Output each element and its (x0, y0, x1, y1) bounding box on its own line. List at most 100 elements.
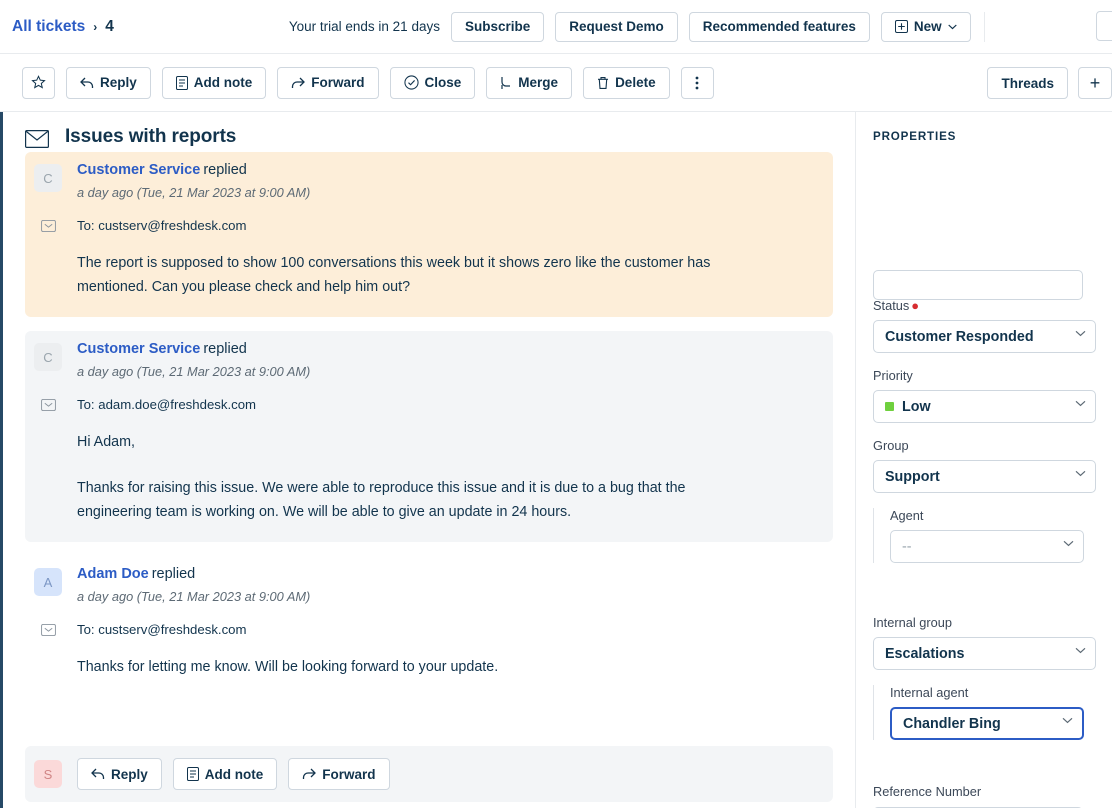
field-internal-group: Internal group Escalations (856, 615, 1112, 670)
properties-field-list: Status● Customer Responded Priority Low (856, 298, 1112, 578)
internal-agent-select[interactable]: Chandler Bing (890, 707, 1084, 740)
priority-color-swatch (885, 402, 894, 411)
reply-button[interactable]: Reply (66, 66, 151, 99)
chevron-down-icon (947, 24, 957, 30)
group-value: Support (885, 468, 940, 485)
field-priority-label: Priority (873, 368, 913, 383)
priority-value: Low (902, 398, 931, 415)
internal-group-select[interactable]: Escalations (873, 637, 1096, 670)
status-select[interactable]: Customer Responded (873, 320, 1096, 353)
message-action: replied (203, 341, 247, 357)
ticket-action-toolbar: Reply Add note Forward Close Merge Delet… (0, 54, 1112, 112)
field-reference-number: Reference Number (873, 784, 1083, 808)
overflow-edge-button[interactable] (1096, 11, 1112, 41)
chevron-down-icon (1075, 470, 1086, 477)
toolbar-right-group: Threads + (987, 67, 1112, 99)
message-author-row: C Customer Service replied a day ago (Tue… (25, 341, 833, 379)
kebab-menu-icon[interactable] (680, 66, 714, 99)
message-recipient: To: custserv@freshdesk.com (77, 622, 247, 637)
field-internal-group-label: Internal group (873, 615, 952, 630)
message-timestamp: a day ago (Tue, 21 Mar 2023 at 9:00 AM) (77, 185, 311, 200)
field-agent-label: Agent (890, 508, 924, 523)
message-recipient: To: adam.doe@freshdesk.com (77, 397, 257, 412)
message-recipient-row: To: adam.doe@freshdesk.com (25, 397, 833, 412)
message-card: A Adam Doe replied a day ago (Tue, 21 Mar… (25, 556, 833, 697)
priority-select[interactable]: Low (873, 390, 1096, 423)
merge-button[interactable]: Merge (486, 66, 573, 99)
reply-arrow-icon (91, 768, 105, 780)
chevron-down-icon (1063, 540, 1074, 547)
message-card: C Customer Service replied a day ago (Tue… (25, 331, 833, 542)
message-recipient: To: custserv@freshdesk.com (77, 218, 247, 233)
merge-button-label: Merge (518, 75, 559, 90)
footer-forward-button[interactable]: Forward (288, 758, 390, 790)
footer-reply-label: Reply (111, 766, 148, 782)
note-icon (175, 75, 188, 90)
message-action: replied (203, 162, 247, 178)
properties-heading: PROPERTIES (873, 130, 957, 143)
message-author-row: A Adam Doe replied a day ago (Tue, 21 Mar… (25, 566, 833, 604)
field-group-label: Group (873, 438, 909, 453)
message-author-name[interactable]: Customer Service (77, 162, 200, 178)
recommended-features-button[interactable]: Recommended features (688, 11, 870, 42)
message-author-name[interactable]: Adam Doe (77, 566, 149, 582)
star-outline-icon[interactable] (22, 66, 55, 99)
chevron-down-icon (1062, 717, 1073, 724)
message-body: The report is supposed to show 100 conve… (77, 255, 711, 295)
message-action: replied (151, 566, 196, 582)
footer-reply-button[interactable]: Reply (77, 758, 162, 790)
breadcrumb: All tickets › 4 (12, 18, 114, 36)
reply-button-label: Reply (100, 75, 137, 90)
required-marker-icon: ● (911, 298, 920, 313)
note-icon (186, 767, 199, 781)
agent-value: -- (902, 538, 912, 555)
forward-button[interactable]: Forward (277, 66, 379, 99)
scrolled-field-partial[interactable] (873, 270, 1083, 300)
message-card: C Customer Service replied a day ago (Tue… (25, 152, 833, 317)
envelope-icon (25, 130, 49, 148)
subscribe-button[interactable]: Subscribe (450, 11, 545, 42)
forward-arrow-icon (291, 77, 306, 89)
chevron-down-icon (1075, 647, 1086, 654)
trash-icon (597, 76, 609, 90)
footer-add-note-button[interactable]: Add note (172, 758, 278, 790)
properties-sidebar: PROPERTIES Status ● Customer Responded Pr… (855, 112, 1112, 808)
group-select[interactable]: Support (873, 460, 1096, 493)
message-author-row: C Customer Service replied a day ago (Tue… (25, 162, 833, 200)
agent-select[interactable]: -- (890, 530, 1084, 563)
avatar: S (34, 760, 62, 788)
close-button[interactable]: Close (389, 66, 476, 99)
message-body: Thanks for letting me know. Will be look… (77, 659, 499, 675)
message-timestamp: a day ago (Tue, 21 Mar 2023 at 9:00 AM) (77, 589, 311, 604)
add-note-button[interactable]: Add note (161, 66, 267, 99)
threads-button[interactable]: Threads (987, 67, 1068, 99)
new-button[interactable]: New (880, 11, 971, 42)
trial-status-text: Your trial ends in 21 days (288, 19, 440, 34)
request-demo-button[interactable]: Request Demo (555, 11, 678, 42)
field-group: Group Support (856, 438, 1112, 493)
chevron-down-icon (1075, 400, 1086, 407)
delete-button[interactable]: Delete (583, 66, 670, 99)
message-recipient-row: To: custserv@freshdesk.com (25, 622, 833, 637)
envelope-small-icon (34, 623, 62, 636)
toolbar-divider (983, 11, 985, 42)
add-note-button-label: Add note (193, 75, 253, 90)
field-priority: Priority Low (856, 368, 1112, 423)
message-author: Adam Doe replied (77, 566, 310, 582)
message-recipient-row: To: custserv@freshdesk.com (25, 218, 833, 233)
avatar: C (34, 164, 62, 192)
new-button-label: New (913, 19, 942, 34)
footer-add-note-label: Add note (204, 766, 264, 782)
ticket-detail-page: All tickets › 4 Your trial ends in 21 da… (0, 0, 1112, 808)
plus-square-icon (894, 20, 908, 33)
breadcrumb-all-tickets-link[interactable]: All tickets (12, 18, 85, 36)
chevron-down-icon (1075, 330, 1086, 337)
message-body: Thanks for raising this issue. We were a… (77, 480, 686, 520)
check-circle-icon (403, 75, 419, 90)
message-timestamp: a day ago (Tue, 21 Mar 2023 at 9:00 AM) (77, 364, 311, 379)
field-internal-agent: Internal agent Chandler Bing (873, 685, 1112, 740)
add-thread-button[interactable]: + (1078, 67, 1112, 99)
message-author-name[interactable]: Customer Service (77, 341, 200, 357)
status-label-text: Status (873, 298, 910, 313)
message-author: Customer Service replied (77, 341, 310, 357)
